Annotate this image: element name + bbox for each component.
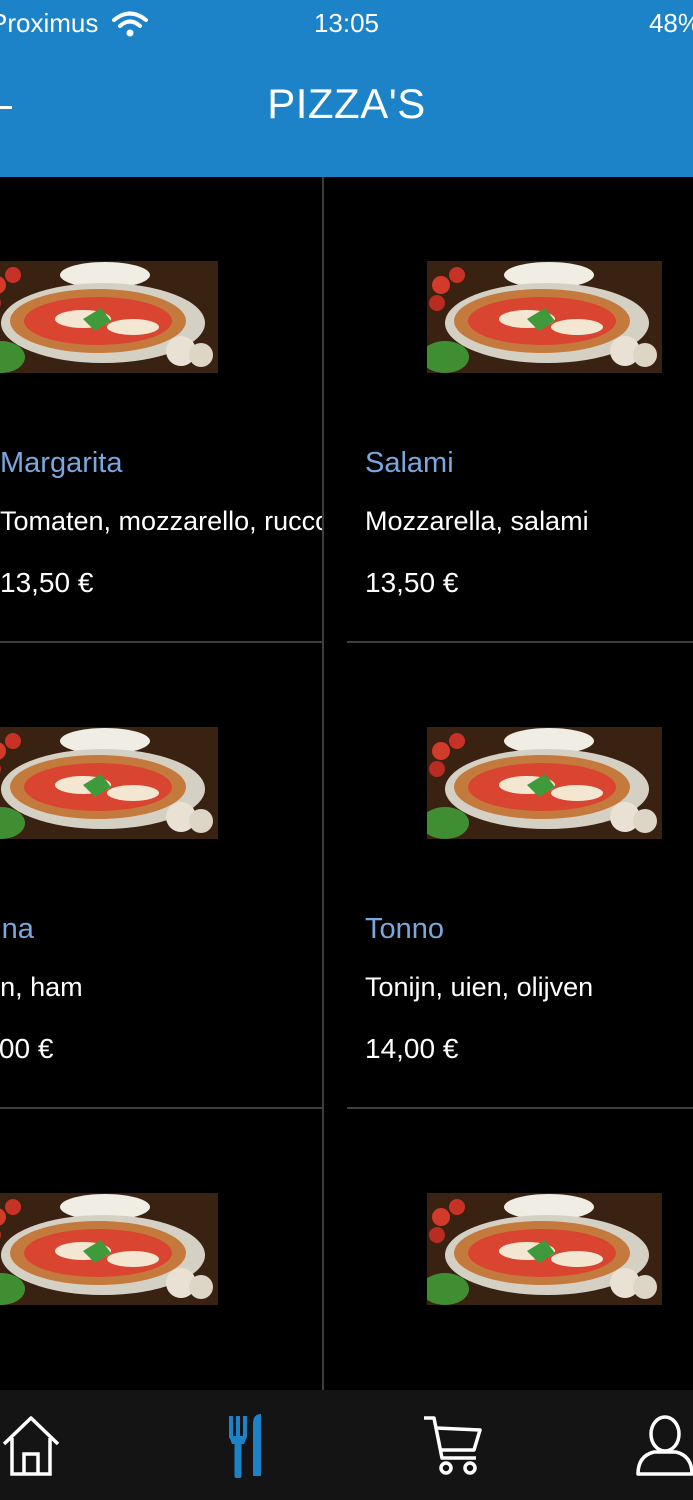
product-card[interactable] — [347, 1109, 693, 1390]
product-name: Tonno — [365, 913, 445, 945]
product-card[interactable] — [0, 1109, 324, 1390]
product-name: Salami — [365, 447, 454, 479]
pizza-image — [427, 727, 662, 839]
product-description: Mozzarella, salami — [365, 506, 589, 536]
cart-icon[interactable] — [420, 1410, 490, 1480]
status-bar: Proximus 13:05 48% — [0, 0, 693, 50]
product-name: Margarita — [0, 447, 123, 479]
product-price: 14,00 € — [0, 1033, 54, 1064]
product-price: 14,00 € — [365, 1033, 459, 1064]
product-price: 13,50 € — [365, 567, 459, 598]
product-description: Tonijn, uien, olijven — [365, 972, 594, 1002]
status-time: 13:05 — [313, 8, 380, 38]
pizza-image — [0, 261, 218, 373]
battery-level: 48% — [648, 8, 693, 38]
pizza-image — [0, 1193, 218, 1305]
page-title: PIZZA'S — [267, 80, 426, 127]
user-icon[interactable] — [630, 1410, 693, 1480]
tab-bar — [0, 1390, 693, 1500]
product-card[interactable]: Tonno Tonijn, uien, olijven 14,00 € — [347, 643, 693, 1109]
pizza-image — [427, 261, 662, 373]
product-price: 13,50 € — [0, 567, 94, 598]
fork-knife-icon[interactable] — [207, 1410, 277, 1480]
product-card[interactable]: Regina Champignon, ham 14,00 € — [0, 643, 324, 1109]
product-card[interactable]: Salami Mozzarella, salami 13,50 € — [347, 177, 693, 643]
home-icon[interactable] — [0, 1410, 66, 1480]
product-name: Regina — [0, 913, 34, 945]
product-description: Tomaten, mozzarello, ruccolo — [0, 506, 324, 536]
header: PIZZA'S — [0, 50, 693, 177]
pizza-image — [0, 727, 218, 839]
product-description: Champignon, ham — [0, 972, 83, 1002]
product-card[interactable]: Margarita Tomaten, mozzarello, ruccolo 1… — [0, 177, 324, 643]
pizza-image — [427, 1193, 662, 1305]
product-grid: Margarita Tomaten, mozzarello, ruccolo 1… — [0, 177, 693, 1390]
